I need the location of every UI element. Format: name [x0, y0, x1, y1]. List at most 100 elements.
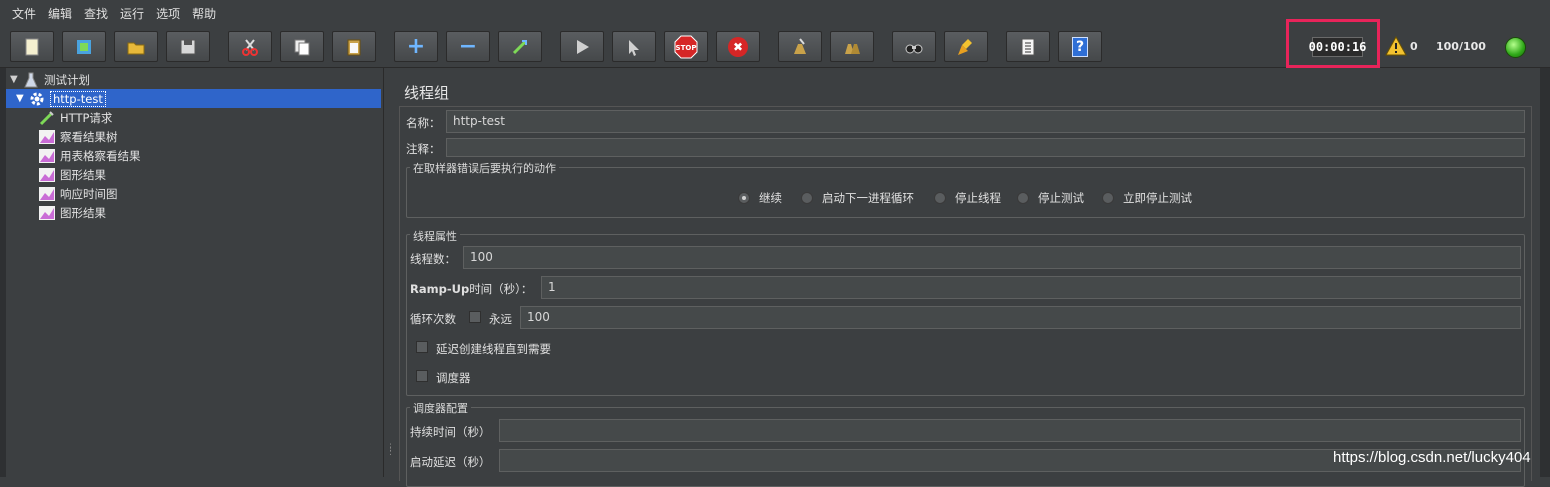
- stop-button[interactable]: STOP: [664, 31, 708, 62]
- panel-title: 线程组: [404, 84, 450, 102]
- svg-text:STOP: STOP: [676, 44, 697, 52]
- warning-icon[interactable]: [1385, 36, 1407, 56]
- radio-label: 停止测试: [1038, 191, 1084, 205]
- save-icon: [180, 39, 196, 54]
- tree-node-label: http-test: [50, 90, 106, 107]
- expand-toggle-icon[interactable]: ▼: [10, 74, 22, 85]
- help-icon: ?: [1072, 36, 1088, 57]
- reset-search-icon: [958, 38, 972, 55]
- test-plan-icon: [22, 72, 40, 88]
- vertical-scrollbar[interactable]: [1540, 68, 1550, 477]
- search-icon: [905, 44, 923, 53]
- forever-label: 永远: [489, 312, 512, 326]
- tree-node-http-request[interactable]: HTTP请求: [38, 108, 112, 127]
- duration-field[interactable]: [499, 419, 1521, 442]
- warning-count: 0: [1410, 40, 1418, 53]
- radio-start-next-loop[interactable]: 启动下一进程循环: [801, 190, 914, 206]
- tree-node-graph-results[interactable]: 图形结果: [38, 165, 106, 184]
- radio-continue[interactable]: 继续: [738, 190, 782, 206]
- tree-node-label: HTTP请求: [60, 110, 113, 125]
- start-button[interactable]: [560, 31, 604, 62]
- tree-node-graph-results-2[interactable]: 图形结果: [38, 203, 106, 222]
- shutdown-icon: ✖: [728, 36, 748, 57]
- tree-node-thread-group[interactable]: ▼ http-test: [16, 89, 106, 108]
- test-plan-tree: ▼ 测试计划 ▼ http-test HTTP请求 察看结果树 用表格察看结果 …: [6, 68, 383, 477]
- menu-search[interactable]: 查找: [78, 5, 114, 22]
- scheduler-label: 调度器: [436, 371, 471, 385]
- threads-field[interactable]: 100: [463, 246, 1521, 269]
- start-no-pause-icon: [629, 39, 639, 56]
- clear-all-button[interactable]: [830, 31, 874, 62]
- reset-search-button[interactable]: [944, 31, 988, 62]
- toggle-button[interactable]: [498, 31, 542, 62]
- pipette-icon: [38, 110, 56, 126]
- expand-button[interactable]: +: [394, 31, 438, 62]
- save-button[interactable]: [166, 31, 210, 62]
- radio-selected-icon: [738, 192, 750, 204]
- radio-label: 立即停止测试: [1123, 191, 1192, 205]
- function-helper-icon: [1021, 38, 1035, 55]
- tree-node-view-results-table[interactable]: 用表格察看结果: [38, 146, 141, 165]
- shutdown-button[interactable]: ✖: [716, 31, 760, 62]
- menu-file[interactable]: 文件: [6, 5, 42, 22]
- name-label: 名称：: [406, 116, 441, 130]
- duration-label: 持续时间（秒）: [410, 425, 491, 439]
- tree-node-response-time-graph[interactable]: 响应时间图: [38, 184, 118, 203]
- running-status-icon: [1505, 37, 1526, 58]
- rampup-label: Ramp-Up时间（秒）：: [410, 281, 532, 297]
- menu-edit[interactable]: 编辑: [42, 5, 78, 22]
- copy-button[interactable]: [280, 31, 324, 62]
- start-icon: [577, 39, 589, 54]
- rampup-label-bold: Ramp-Up: [410, 282, 470, 296]
- thread-props-group-title: 线程属性: [410, 228, 460, 244]
- collapse-button[interactable]: −: [446, 31, 490, 62]
- clear-icon: [794, 37, 806, 54]
- chart-icon: [38, 129, 56, 145]
- menu-options[interactable]: 选项: [150, 5, 186, 22]
- radio-stop-thread[interactable]: 停止线程: [934, 190, 1001, 206]
- split-pane-divider[interactable]: ⋮ ⋮: [383, 68, 395, 477]
- new-button[interactable]: [10, 31, 54, 62]
- help-button[interactable]: ?: [1058, 31, 1102, 62]
- elapsed-timer: 00:00:16: [1309, 37, 1366, 57]
- forever-checkbox[interactable]: [469, 311, 481, 323]
- loop-count-field[interactable]: 100: [520, 306, 1521, 329]
- rampup-field[interactable]: 1: [541, 276, 1521, 299]
- function-helper-button[interactable]: [1006, 31, 1050, 62]
- menu-help[interactable]: 帮助: [186, 5, 222, 22]
- clear-button[interactable]: [778, 31, 822, 62]
- radio-stop-test-now[interactable]: 立即停止测试: [1102, 190, 1192, 206]
- name-field[interactable]: http-test: [446, 110, 1525, 133]
- expand-toggle-icon[interactable]: ▼: [16, 93, 28, 104]
- gear-icon: [28, 91, 46, 107]
- paste-button[interactable]: [332, 31, 376, 62]
- tree-node-test-plan[interactable]: ▼ 测试计划: [10, 70, 90, 89]
- radio-stop-test[interactable]: 停止测试: [1017, 190, 1084, 206]
- copy-icon: [294, 39, 310, 55]
- templates-button[interactable]: [62, 31, 106, 62]
- cut-button[interactable]: [228, 31, 272, 62]
- comment-field[interactable]: [446, 138, 1525, 157]
- active-threads-count: 100/100: [1436, 40, 1486, 53]
- comment-label: 注释：: [406, 142, 441, 156]
- menu-run[interactable]: 运行: [114, 5, 150, 22]
- clear-all-icon: [845, 43, 860, 54]
- radio-icon: [1102, 192, 1114, 204]
- watermark-url: https://blog.csdn.net/lucky404: [1333, 449, 1531, 466]
- stop-icon: STOP: [674, 35, 698, 58]
- delay-thread-creation-checkbox[interactable]: [416, 341, 428, 353]
- toggle-icon: [512, 39, 528, 54]
- search-button[interactable]: [892, 31, 936, 62]
- tree-node-label: 用表格察看结果: [60, 148, 141, 163]
- chart-icon: [38, 205, 56, 221]
- open-button[interactable]: [114, 31, 158, 62]
- paste-icon: [347, 39, 361, 55]
- tree-node-view-results-tree[interactable]: 察看结果树: [38, 127, 118, 146]
- radio-label: 继续: [759, 191, 782, 205]
- thread-group-panel: 线程组 名称： http-test 注释： 在取样器错误后要执行的动作 继续 启…: [393, 68, 1540, 487]
- collapse-icon: −: [458, 34, 478, 59]
- scheduler-checkbox[interactable]: [416, 370, 428, 382]
- start-no-pause-button[interactable]: [612, 31, 656, 62]
- radio-label: 停止线程: [955, 191, 1001, 205]
- tree-node-label: 察看结果树: [60, 129, 118, 144]
